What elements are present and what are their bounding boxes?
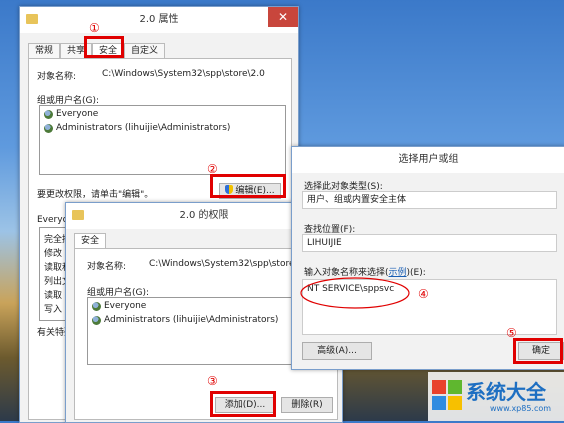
object-name-value: C:\Windows\System32\spp\store\2.0 [149, 259, 312, 269]
advanced-button[interactable]: 高级(A)... [302, 342, 372, 360]
watermark-logo: 系统大全 www.xp85.com [428, 372, 564, 421]
watermark-text: 系统大全 [466, 380, 546, 404]
users-icon [44, 123, 53, 133]
annotation-3: ③ [207, 374, 218, 388]
users-icon [44, 109, 53, 119]
permissions-tabs: 安全 [74, 233, 107, 249]
object-type-field: 用户、组或内置安全主体 [302, 191, 557, 209]
annotation-1: ① [89, 21, 100, 35]
select-users-window: 选择用户或组 选择此对象类型(S): 用户、组或内置安全主体 查找位置(F): … [291, 146, 564, 370]
list-item[interactable]: Everyone [44, 109, 98, 119]
properties-titlebar: 2.0 属性 ✕ [20, 7, 298, 33]
highlight-security-tab [84, 36, 124, 58]
permissions-header: Everyo [37, 215, 69, 225]
users-icon [92, 315, 101, 325]
object-name-label: 对象名称: [87, 262, 127, 272]
change-permission-text: 要更改权限，请单击"编辑"。 [37, 190, 154, 200]
highlight-edit-button [210, 174, 286, 198]
users-listbox[interactable]: Everyone Administrators (lihuijie\Admini… [39, 105, 286, 175]
remove-button[interactable]: 删除(R) [281, 397, 333, 413]
tab-security[interactable]: 安全 [74, 233, 107, 249]
location-field: LIHUIJIE [302, 234, 557, 252]
close-button[interactable]: ✕ [268, 7, 298, 27]
tab-custom[interactable]: 自定义 [124, 43, 166, 59]
properties-title: 2.0 属性 [139, 14, 179, 25]
highlight-ok-button [513, 338, 563, 364]
users-icon [92, 301, 101, 311]
list-item: 写入 [44, 305, 63, 315]
list-item: 读取 [44, 291, 63, 301]
list-item[interactable]: Everyone [92, 301, 146, 311]
select-title: 选择用户或组 [398, 154, 459, 165]
object-name-value: C:\Windows\System32\spp\store\2.0 [102, 69, 265, 79]
object-name-label: 对象名称: [37, 72, 77, 82]
tab-general[interactable]: 常规 [28, 43, 61, 59]
highlight-add-button [210, 391, 276, 417]
list-item[interactable]: Administrators (lihuijie\Administrators) [92, 315, 278, 325]
list-item[interactable]: Administrators (lihuijie\Administrators) [44, 123, 230, 133]
annotation-4: ④ [418, 287, 429, 301]
watermark-url: www.xp85.com [490, 404, 552, 413]
windows-logo-icon [432, 380, 462, 410]
select-titlebar: 选择用户或组 [292, 147, 564, 173]
list-item: 修改 [44, 249, 63, 259]
highlight-input-ellipse [300, 277, 410, 309]
